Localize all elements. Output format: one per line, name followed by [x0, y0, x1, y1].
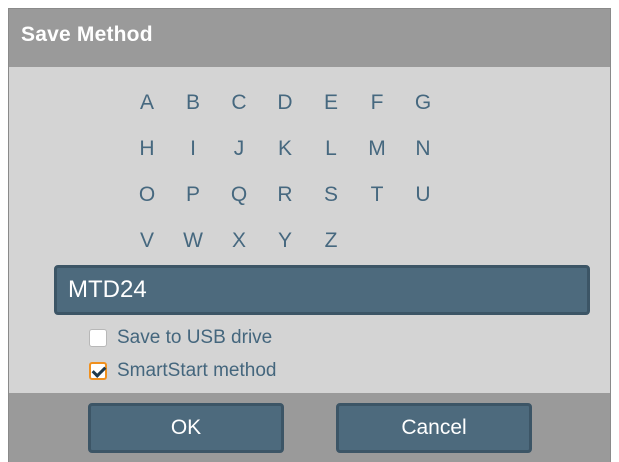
key-m[interactable]: M	[362, 133, 392, 165]
keyboard-row: ABCDEFG	[132, 87, 442, 133]
on-screen-keyboard: ABCDEFGHIJKLMNOPQRSTUVWXYZ	[132, 87, 442, 271]
key-w[interactable]: W	[178, 225, 208, 257]
key-i[interactable]: I	[178, 133, 208, 165]
key-f[interactable]: F	[362, 87, 392, 119]
key-o[interactable]: O	[132, 179, 162, 211]
keyboard-row: HIJKLMN	[132, 133, 442, 179]
key-l[interactable]: L	[316, 133, 346, 165]
key-j[interactable]: J	[224, 133, 254, 165]
key-t[interactable]: T	[362, 179, 392, 211]
key-x[interactable]: X	[224, 225, 254, 257]
key-a[interactable]: A	[132, 87, 162, 119]
save-to-usb-checkbox[interactable]	[89, 329, 107, 347]
cancel-button[interactable]: Cancel	[336, 403, 532, 453]
key-g[interactable]: G	[408, 87, 438, 119]
key-c[interactable]: C	[224, 87, 254, 119]
key-n[interactable]: N	[408, 133, 438, 165]
save-to-usb-label: Save to USB drive	[117, 327, 273, 348]
key-d[interactable]: D	[270, 87, 300, 119]
save-method-dialog: Save Method ABCDEFGHIJKLMNOPQRSTUVWXYZ M…	[9, 9, 610, 462]
ok-button[interactable]: OK	[88, 403, 284, 453]
smartstart-checkbox[interactable]	[89, 362, 107, 380]
dialog-title: Save Method	[21, 23, 153, 46]
key-k[interactable]: K	[270, 133, 300, 165]
method-name-input[interactable]: MTD24	[54, 265, 590, 315]
key-e[interactable]: E	[316, 87, 346, 119]
key-q[interactable]: Q	[224, 179, 254, 211]
key-u[interactable]: U	[408, 179, 438, 211]
key-z[interactable]: Z	[316, 225, 346, 257]
key-v[interactable]: V	[132, 225, 162, 257]
key-r[interactable]: R	[270, 179, 300, 211]
key-h[interactable]: H	[132, 133, 162, 165]
key-p[interactable]: P	[178, 179, 208, 211]
keyboard-row: OPQRSTU	[132, 179, 442, 225]
dialog-titlebar: Save Method	[9, 9, 610, 67]
key-s[interactable]: S	[316, 179, 346, 211]
smartstart-label: SmartStart method	[117, 360, 277, 381]
key-b[interactable]: B	[178, 87, 208, 119]
dialog-footer: OK Cancel	[9, 393, 610, 462]
key-y[interactable]: Y	[270, 225, 300, 257]
